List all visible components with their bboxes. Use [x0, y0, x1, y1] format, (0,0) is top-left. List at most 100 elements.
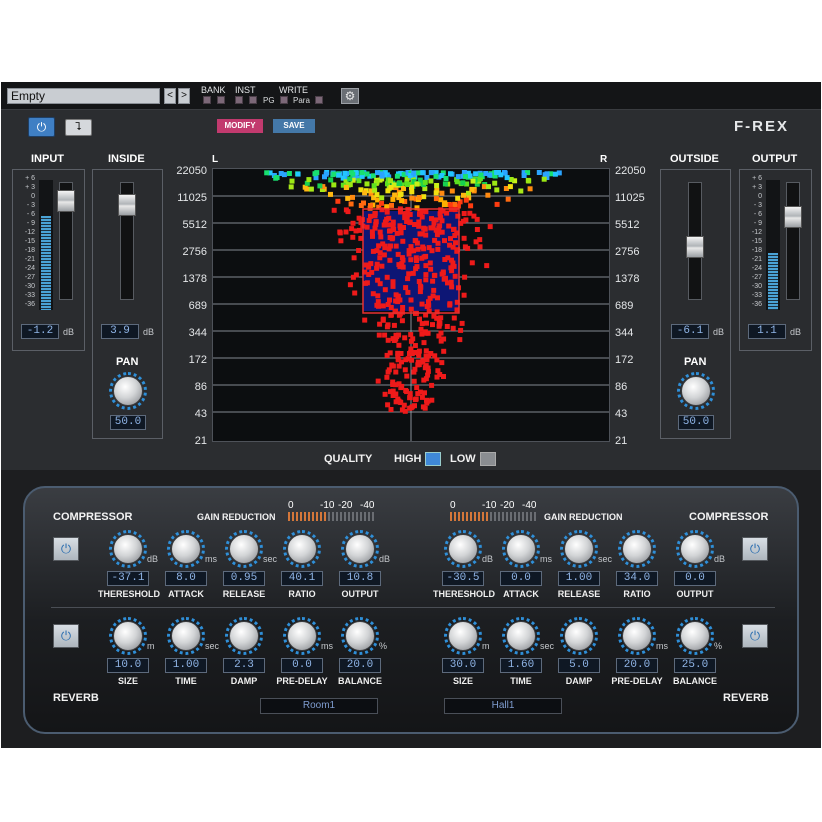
- gr-segment: [336, 512, 338, 521]
- compressor-value[interactable]: 0.0: [674, 571, 716, 586]
- compressor-knob[interactable]: [506, 534, 536, 564]
- compressor-value[interactable]: -30.5: [442, 571, 484, 586]
- modify-button[interactable]: MODIFY: [217, 119, 263, 133]
- save-button[interactable]: SAVE: [273, 119, 315, 133]
- reverb-knob[interactable]: [287, 621, 317, 651]
- reverb-knob[interactable]: [345, 621, 375, 651]
- output-fader-handle[interactable]: [784, 206, 802, 228]
- spectrum-point: [395, 357, 401, 363]
- compressor-param-label: RELEASE: [557, 589, 601, 599]
- inside-pan-value[interactable]: 50.0: [110, 415, 146, 430]
- quality-label: QUALITY: [324, 453, 373, 465]
- compressor-value[interactable]: 0.0: [500, 571, 542, 586]
- reverb-value[interactable]: 1.00: [165, 658, 207, 673]
- spectrum-point: [391, 322, 397, 328]
- spectrum-point: [379, 200, 384, 206]
- reverb-value[interactable]: 10.0: [107, 658, 149, 673]
- write-para-toggle[interactable]: [315, 96, 323, 104]
- compressor-knob[interactable]: [113, 534, 143, 564]
- inside-pan-knob[interactable]: [113, 376, 143, 406]
- outside-gain-value[interactable]: -6.1: [671, 324, 709, 339]
- next-preset-button[interactable]: >: [178, 88, 190, 104]
- spectrum-point: [398, 400, 404, 405]
- spectrum-point: [377, 229, 383, 235]
- gear-icon[interactable]: ⚙: [341, 88, 359, 104]
- bank-selector-b[interactable]: [217, 96, 225, 104]
- inside-fader-handle[interactable]: [118, 194, 136, 216]
- reverb-preset-left[interactable]: Room1: [260, 698, 378, 714]
- spectrum-point: [387, 297, 392, 303]
- output-gain-value[interactable]: 1.1: [748, 324, 786, 339]
- stereo-spectrum-display[interactable]: [212, 168, 610, 442]
- reverb-knob[interactable]: [680, 621, 710, 651]
- reverb-knob[interactable]: [229, 621, 259, 651]
- compressor-value[interactable]: 40.1: [281, 571, 323, 586]
- compressor-value[interactable]: 1.00: [558, 571, 600, 586]
- input-fader-handle[interactable]: [57, 190, 75, 212]
- inside-gain-value[interactable]: 3.9: [101, 324, 139, 339]
- outside-fader-handle[interactable]: [686, 236, 704, 258]
- outside-pan-knob[interactable]: [681, 376, 711, 406]
- meter-scale-tick: -36: [751, 301, 762, 308]
- compressor-param-label: RATIO: [623, 589, 651, 599]
- reverb-knob[interactable]: [171, 621, 201, 651]
- compressor-value[interactable]: 10.8: [339, 571, 381, 586]
- compressor-knob[interactable]: [680, 534, 710, 564]
- compressor-knob[interactable]: [622, 534, 652, 564]
- outside-pan-value[interactable]: 50.0: [678, 415, 714, 430]
- compressor-knob[interactable]: [345, 534, 375, 564]
- compressor-knob[interactable]: [287, 534, 317, 564]
- spectrum-point: [400, 238, 406, 244]
- reverb-value[interactable]: 5.0: [558, 658, 600, 673]
- spectrum-point: [372, 211, 378, 217]
- reverb-knob[interactable]: [564, 621, 594, 651]
- reverb-knob[interactable]: [113, 621, 143, 651]
- reverb-value[interactable]: 2.3: [223, 658, 265, 673]
- spectrum-point: [364, 224, 370, 230]
- inst-label: INST: [235, 85, 256, 95]
- output-fader-track[interactable]: [786, 182, 800, 300]
- inst-selector-b[interactable]: [249, 96, 257, 104]
- bank-selector-a[interactable]: [203, 96, 211, 104]
- reverb-value[interactable]: 0.0: [281, 658, 323, 673]
- input-gain-value[interactable]: -1.2: [21, 324, 59, 339]
- outside-pan-label: PAN: [684, 356, 707, 368]
- reverb-knob[interactable]: [448, 621, 478, 651]
- inst-selector-a[interactable]: [235, 96, 243, 104]
- spectrum-point: [376, 332, 382, 338]
- reverb-param-label: DAMP: [230, 676, 258, 686]
- compressor-knob[interactable]: [229, 534, 259, 564]
- reverb-power-icon-left[interactable]: ⏻: [53, 624, 79, 648]
- compressor-value[interactable]: 34.0: [616, 571, 658, 586]
- reverb-knob[interactable]: [622, 621, 652, 651]
- prev-preset-button[interactable]: <: [164, 88, 176, 104]
- compressor-value[interactable]: -37.1: [107, 571, 149, 586]
- knob-unit: dB: [482, 554, 494, 564]
- compressor-power-icon-left[interactable]: ⏻: [53, 537, 79, 561]
- reverb-power-icon-right[interactable]: ⏻: [742, 624, 768, 648]
- quality-high-toggle[interactable]: [425, 452, 441, 466]
- preset-name-field[interactable]: Empty: [7, 88, 160, 104]
- reverb-preset-right[interactable]: Hall1: [444, 698, 562, 714]
- power-icon[interactable]: ⏻: [28, 117, 55, 137]
- write-pg-toggle[interactable]: [280, 96, 288, 104]
- spectrum-point: [397, 297, 403, 303]
- spectrum-point: [450, 325, 456, 331]
- compressor-value[interactable]: 0.95: [223, 571, 265, 586]
- reverb-value[interactable]: 20.0: [339, 658, 381, 673]
- compressor-power-icon-right[interactable]: ⏻: [742, 537, 768, 561]
- bypass-arrow-icon[interactable]: ⮧: [65, 119, 92, 136]
- compressor-knob[interactable]: [448, 534, 478, 564]
- quality-low-toggle[interactable]: [480, 452, 496, 466]
- reverb-knob[interactable]: [506, 621, 536, 651]
- compressor-knob[interactable]: [564, 534, 594, 564]
- reverb-value[interactable]: 20.0: [616, 658, 658, 673]
- reverb-value[interactable]: 1.60: [500, 658, 542, 673]
- reverb-value[interactable]: 30.0: [442, 658, 484, 673]
- brand-logo: F-REX: [734, 118, 789, 135]
- spectrum-point: [359, 170, 365, 176]
- compressor-value[interactable]: 8.0: [165, 571, 207, 586]
- compressor-knob[interactable]: [171, 534, 201, 564]
- reverb-value[interactable]: 25.0: [674, 658, 716, 673]
- spectrum-point: [399, 318, 405, 324]
